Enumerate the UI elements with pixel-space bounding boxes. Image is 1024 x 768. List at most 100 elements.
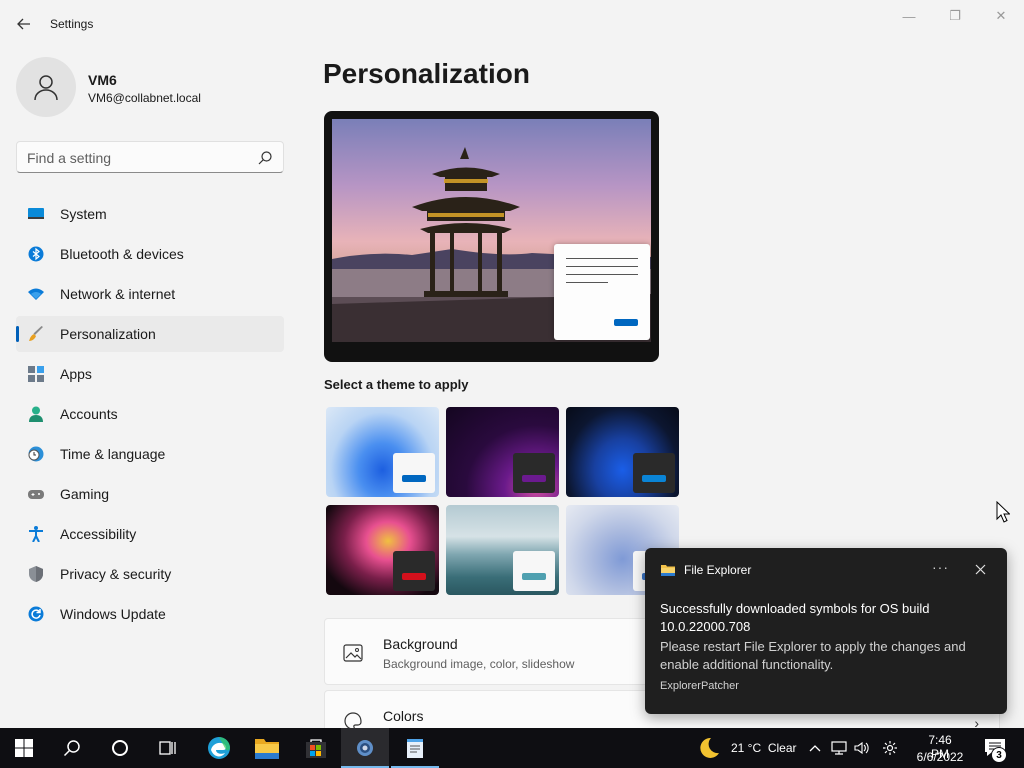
sidebar-item-accessibility[interactable]: Accessibility <box>16 516 284 552</box>
settings-tray-button[interactable] <box>881 739 899 757</box>
card-subtitle: Background image, color, slideshow <box>383 657 575 671</box>
sidebar-item-label: Personalization <box>60 326 156 342</box>
sidebar-item-label: Time & language <box>60 446 166 462</box>
preview-button <box>614 319 638 326</box>
moon-icon[interactable] <box>697 736 721 760</box>
theme-windows-dark-glow[interactable] <box>446 407 559 497</box>
avatar[interactable] <box>16 57 76 117</box>
theme-window-preview <box>513 551 555 591</box>
user-email: VM6@collabnet.local <box>88 91 201 105</box>
sidebar-item-network[interactable]: Network & internet <box>16 276 284 312</box>
notification-count-badge: 3 <box>991 747 1007 763</box>
taskbar-search-button[interactable] <box>48 728 96 768</box>
theme-window-preview <box>393 551 435 591</box>
theme-accent-bar <box>402 475 426 482</box>
toast-close-button[interactable] <box>971 560 989 578</box>
theme-window-preview <box>513 453 555 493</box>
mouse-cursor-icon <box>996 501 1010 523</box>
sidebar-item-label: Accounts <box>60 406 118 422</box>
sidebar-item-system[interactable]: System <box>16 196 284 232</box>
back-button[interactable] <box>10 10 38 38</box>
sidebar-item-label: Accessibility <box>60 526 137 542</box>
sidebar-item-accounts[interactable]: Accounts <box>16 396 284 432</box>
taskbar-store[interactable] <box>292 728 340 768</box>
accessibility-icon <box>29 526 43 542</box>
minimize-button[interactable]: — <box>886 4 932 28</box>
search-icon[interactable] <box>257 150 273 166</box>
theme-preview <box>324 111 659 362</box>
close-icon <box>975 564 985 574</box>
toast-body: Please restart File Explorer to apply th… <box>660 639 966 672</box>
cortana-button[interactable] <box>96 728 144 768</box>
user-name: VM6 <box>88 72 117 88</box>
toast-attribution: ExplorerPatcher <box>660 680 739 692</box>
preview-line <box>566 266 638 267</box>
wifi-icon <box>28 288 44 300</box>
toast-title: Successfully downloaded symbols for OS b… <box>660 601 930 634</box>
toast-notification[interactable]: File Explorer ··· Successfully downloade… <box>645 548 1007 714</box>
clock-date[interactable]: 6/6/2022 <box>914 750 966 764</box>
weather-condition: Clear <box>767 741 797 755</box>
theme-accent-bar <box>402 573 426 580</box>
brush-icon <box>29 326 43 341</box>
person-icon <box>29 406 43 422</box>
task-view-button[interactable] <box>144 728 192 768</box>
theme-accent-bar <box>642 475 666 482</box>
sidebar-item-gaming[interactable]: Gaming <box>16 476 284 512</box>
search-box[interactable] <box>16 141 284 173</box>
preview-wallpaper <box>332 119 651 342</box>
preview-line <box>566 274 638 275</box>
theme-window-preview <box>633 453 675 493</box>
theme-window-preview <box>393 453 435 493</box>
search-input[interactable] <box>27 148 247 168</box>
taskbar-file-explorer[interactable] <box>243 728 291 768</box>
network-wired-icon <box>831 741 847 755</box>
page-title: Personalization <box>323 58 530 89</box>
sidebar-item-label: Windows Update <box>60 606 166 622</box>
update-icon <box>28 606 44 622</box>
chevron-up-icon <box>809 745 821 752</box>
theme-sunrise[interactable] <box>446 505 559 595</box>
monitor-icon <box>28 208 44 219</box>
preview-line <box>566 258 638 259</box>
sidebar-item-windows-update[interactable]: Windows Update <box>16 596 284 632</box>
theme-accent-bar <box>522 573 546 580</box>
sidebar-item-label: System <box>60 206 107 222</box>
network-tray-button[interactable] <box>830 739 848 757</box>
theme-captured-motion[interactable] <box>326 505 439 595</box>
preview-line <box>566 282 608 283</box>
sidebar-item-personalization[interactable]: Personalization <box>16 316 284 352</box>
sidebar-item-apps[interactable]: Apps <box>16 356 284 392</box>
sidebar-item-time-language[interactable]: Time & language <box>16 436 284 472</box>
themes-label: Select a theme to apply <box>324 377 469 392</box>
taskbar-notepad[interactable] <box>391 728 439 768</box>
volume-tray-button[interactable] <box>853 739 871 757</box>
sidebar-item-privacy[interactable]: Privacy & security <box>16 556 284 592</box>
start-button[interactable] <box>0 728 48 768</box>
notepad-icon <box>407 739 423 758</box>
gear-icon <box>883 741 897 755</box>
shield-icon <box>29 566 43 582</box>
toast-more-button[interactable]: ··· <box>932 559 949 575</box>
back-arrow-icon <box>17 18 30 30</box>
weather-temperature: 21 °C <box>731 741 762 755</box>
sidebar-item-label: Apps <box>60 366 92 382</box>
toast-app-name: File Explorer <box>684 563 752 577</box>
taskbar-edge[interactable] <box>195 728 243 768</box>
theme-windows-dark[interactable] <box>566 407 679 497</box>
maximize-button[interactable]: ❐ <box>932 4 978 28</box>
tray-overflow-button[interactable] <box>806 739 824 757</box>
theme-windows-light[interactable] <box>326 407 439 497</box>
edge-icon <box>208 737 230 759</box>
apps-icon <box>28 366 44 382</box>
windows-logo-icon <box>15 739 33 757</box>
preview-window <box>554 244 650 340</box>
close-button[interactable]: ✕ <box>978 4 1024 28</box>
theme-accent-bar <box>522 475 546 482</box>
folder-icon <box>255 739 279 759</box>
sidebar-item-label: Privacy & security <box>60 566 172 582</box>
search-icon <box>63 740 80 757</box>
weather-widget[interactable]: 21 °C Clear <box>731 741 797 755</box>
sidebar-item-bluetooth[interactable]: Bluetooth & devices <box>16 236 284 272</box>
taskbar-settings[interactable] <box>341 728 389 768</box>
